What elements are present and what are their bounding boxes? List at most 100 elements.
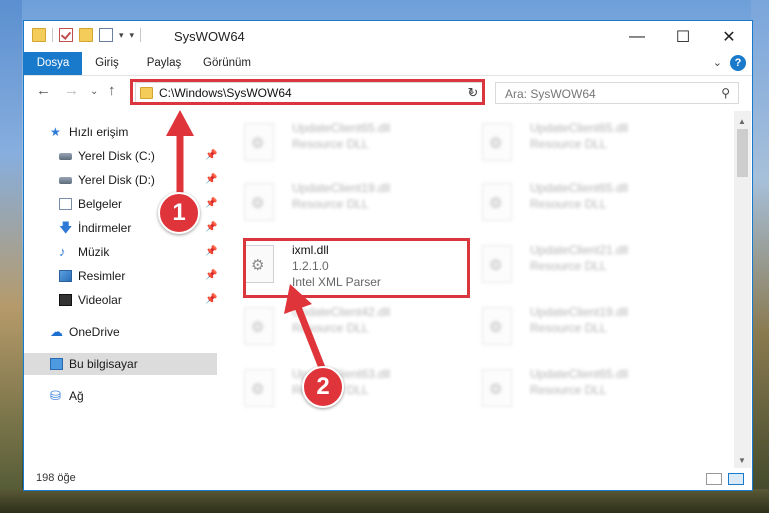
file-highlight-box [243,238,470,298]
dll-file-icon [244,183,274,221]
dll-file-icon [244,369,274,407]
scroll-down-icon[interactable]: ▼ [738,456,746,465]
download-icon: 🡇 [59,220,73,235]
sidebar-item-label: Ağ [69,389,84,403]
pictures-icon [59,270,72,282]
toolbar-divider [140,28,142,42]
file-item[interactable]: UpdateClient65.dll Resource DLL [462,119,682,177]
tab-home[interactable]: Giriş [84,52,130,75]
dll-file-icon [482,369,512,407]
sidebar-item-label: Belgeler [78,197,123,211]
sidebar-item-label: Videolar [78,293,122,307]
file-name: UpdateClient65.dll [530,181,629,195]
drive-icon [59,153,72,160]
sidebar-item-onedrive[interactable]: ☁ OneDrive [24,321,217,343]
tab-file[interactable]: Dosya [24,52,82,75]
search-input[interactable]: Ara: SysWOW64 ⚲ [495,82,739,104]
large-icons-view-icon[interactable] [728,473,744,485]
scroll-thumb[interactable] [737,129,748,177]
forward-arrow-icon[interactable]: → [64,82,79,99]
tab-share[interactable]: Paylaş [136,52,192,75]
annotation-step-1: 1 [158,192,200,234]
dll-file-icon [482,183,512,221]
details-view-icon[interactable] [706,473,722,485]
status-bar: 198 öğe [24,468,752,490]
videos-icon [59,294,72,306]
maximize-button[interactable]: ☐ [660,21,706,52]
dll-file-icon [244,307,274,345]
new-folder-icon[interactable] [79,28,93,42]
sidebar-item-network[interactable]: ⛁ Ağ [24,385,217,407]
folder-icon [32,28,46,42]
title-bar: ▾ ▾ SysWOW64 — ☐ ✕ [24,21,752,52]
search-icon[interactable]: ⚲ [721,86,730,100]
scroll-up-icon[interactable]: ▲ [738,117,746,126]
vertical-scrollbar[interactable]: ▲ ▼ [734,111,751,469]
minimize-button[interactable]: — [614,21,660,52]
file-description: Resource DLL [530,259,607,273]
window-controls: — ☐ ✕ [614,21,752,52]
sidebar-item-music[interactable]: ♪ Müzik 📌 [24,241,217,263]
pin-icon[interactable]: 📌 [205,265,217,287]
up-arrow-icon[interactable]: ↑ [108,82,116,99]
dll-file-icon [482,123,512,161]
file-name: UpdateClient65.dll [292,121,391,135]
sidebar-item-pictures[interactable]: Resimler 📌 [24,265,217,287]
sidebar-item-videos[interactable]: Videolar 📌 [24,289,217,311]
sidebar-item-label: Yerel Disk (C:) [78,149,155,163]
search-placeholder: Ara: SysWOW64 [505,87,596,101]
file-item[interactable]: UpdateClient19.dll Resource DLL [462,303,682,361]
view-toggle [706,473,744,485]
sidebar-item-this-pc[interactable]: Bu bilgisayar [24,353,217,375]
desktop-wallpaper-bottom [0,489,769,513]
quick-access-toolbar: ▾ ▾ [32,28,142,42]
sidebar-item-label: Resimler [78,269,126,283]
item-count: 198 öğe [36,472,76,484]
file-item[interactable]: UpdateClient65.dll Resource DLL [462,179,682,237]
file-name: UpdateClient65.dll [530,367,629,381]
pin-icon[interactable]: 📌 [205,289,217,311]
pin-icon[interactable]: 📌 [205,145,217,167]
navigation-bar: ← → ⌄ ↑ C:\Windows\SysWOW64 ⌄ ↻ Ara: Sys… [24,76,752,109]
file-name: UpdateClient19.dll [292,181,391,195]
file-item[interactable]: UpdateClient19.dll Resource DLL [224,179,444,237]
file-item[interactable]: UpdateClient65.dll Resource DLL [462,365,682,423]
sidebar-item-label: Yerel Disk (D:) [78,173,155,187]
pin-icon[interactable]: 📌 [205,169,217,191]
customize-qat-icon[interactable]: ▾ [130,30,135,41]
tab-view[interactable]: Görünüm [196,52,258,75]
expand-ribbon-icon[interactable]: ⌄ [713,56,722,69]
file-name: UpdateClient65.dll [530,121,629,135]
computer-icon [50,358,63,370]
file-description: Resource DLL [530,383,607,397]
desktop-wallpaper-right [751,0,769,513]
sidebar-item-label: Hızlı erişim [69,125,129,139]
window-title: SysWOW64 [174,29,245,44]
qat-dropdown-icon[interactable]: ▾ [119,30,124,41]
dll-file-icon [244,123,274,161]
file-name: UpdateClient21.dll [530,243,629,257]
close-button[interactable]: ✕ [706,21,752,52]
file-description: Resource DLL [292,137,369,151]
pin-icon[interactable]: 📌 [205,193,217,215]
sidebar-item-label: Bu bilgisayar [69,357,138,371]
dll-file-icon [482,245,512,283]
cloud-icon: ☁ [50,324,63,339]
recent-locations-icon[interactable]: ⌄ [90,86,98,97]
pin-icon[interactable]: 📌 [205,217,217,239]
pin-icon[interactable]: 📌 [205,241,217,263]
file-description: Resource DLL [292,197,369,211]
help-icon[interactable]: ? [730,55,746,71]
view-options-icon[interactable] [99,28,113,42]
drive-icon [59,177,72,184]
music-icon: ♪ [59,244,66,259]
annotation-step-2: 2 [302,366,344,408]
properties-check-icon[interactable] [59,28,73,42]
file-item[interactable]: UpdateClient21.dll Resource DLL [462,241,682,299]
sidebar-item-label: Müzik [78,245,110,259]
ribbon-tabs: Dosya Giriş Paylaş Görünüm ⌄ ? [24,52,752,76]
back-arrow-icon[interactable]: ← [36,82,51,99]
toolbar-divider [52,28,53,42]
file-description: Resource DLL [530,137,607,151]
file-item[interactable]: UpdateClient65.dll Resource DLL [224,119,444,177]
